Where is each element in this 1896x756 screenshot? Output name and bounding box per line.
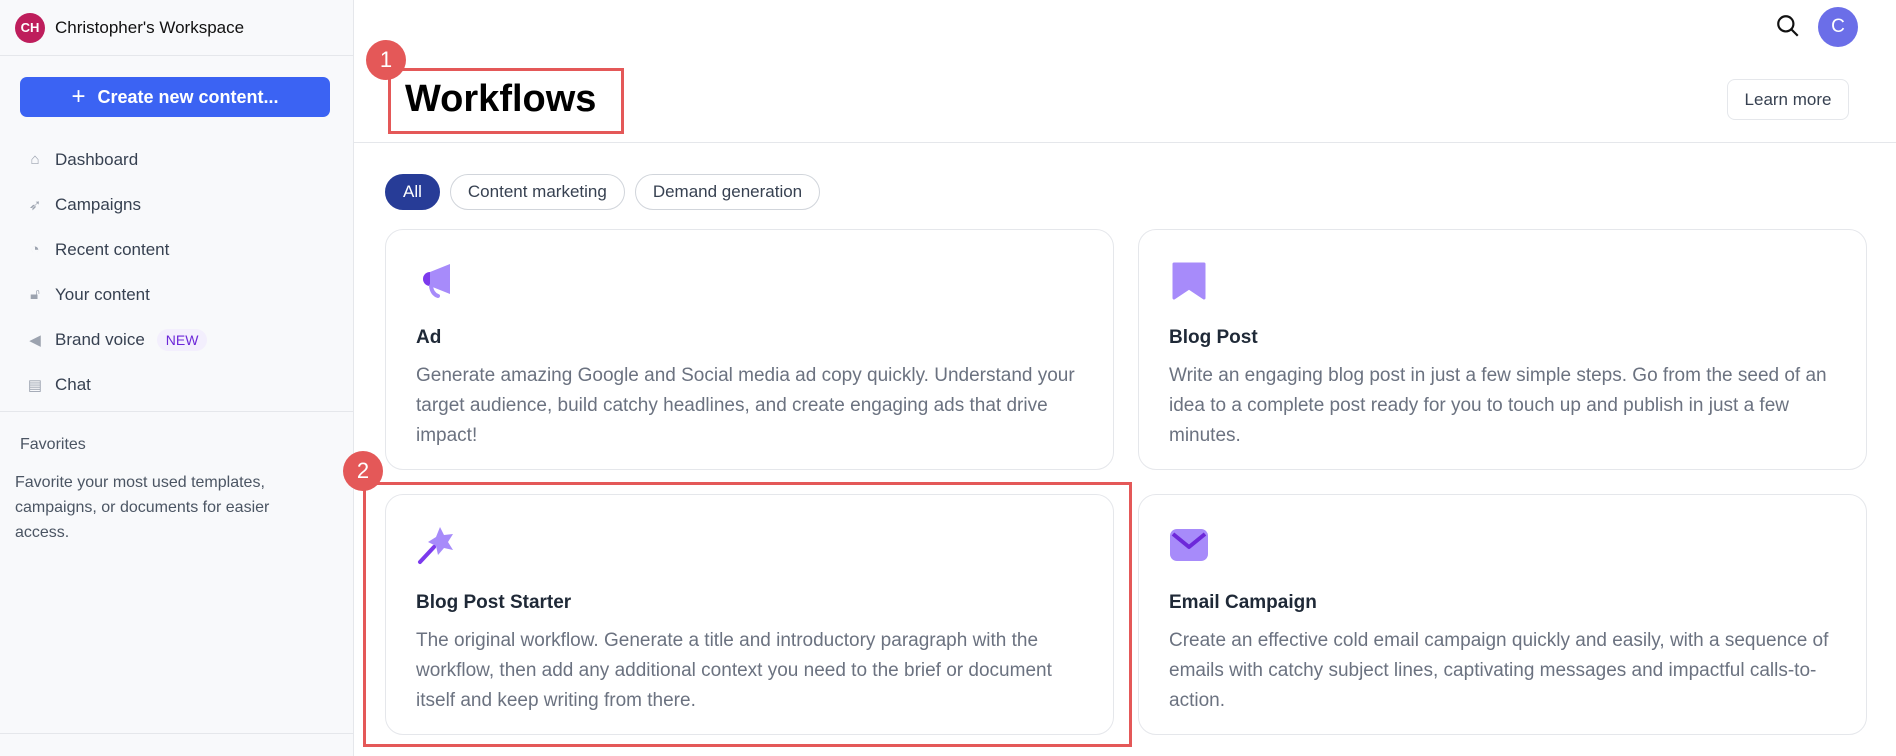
sidebar-item-recent-content[interactable]: ◔ Recent content [0, 227, 354, 272]
sidebar-item-label: Recent content [55, 239, 170, 259]
sidebar-item-your-content[interactable]: 🔓︎ Your content [0, 272, 354, 317]
favorites-empty-text: Favorite your most used templates, campa… [15, 474, 270, 541]
favorites-title: Favorites [20, 436, 86, 453]
sidebar-item-label: Chat [55, 374, 91, 394]
divider [0, 733, 354, 734]
annotation-number-1: 1 [366, 40, 406, 80]
workflow-card-blog-post[interactable]: Blog Post Write an engaging blog post in… [1138, 229, 1867, 470]
workspace-avatar: CH [15, 12, 45, 43]
envelope-icon [1170, 529, 1208, 561]
annotation-number-2: 2 [343, 451, 383, 491]
lock-icon: 🔓︎ [30, 286, 40, 303]
sidebar-item-dashboard[interactable]: ⌂ Dashboard [0, 137, 354, 182]
card-description: Write an engaging blog post in just a fe… [1169, 365, 1827, 446]
card-title: Blog Post [1169, 327, 1258, 348]
card-description: Create an effective cold email campaign … [1169, 630, 1829, 711]
sidebar-item-campaigns[interactable]: ➶ Campaigns [0, 182, 354, 227]
create-label: Create new content... [97, 86, 279, 107]
filter-tabs: All Content marketing Demand generation [385, 174, 821, 210]
sidebar: CH Christopher's Workspace + Create new c… [0, 0, 354, 756]
rocket-icon: ➶ [28, 196, 42, 214]
workspace-switcher[interactable]: CH Christopher's Workspace [0, 0, 353, 56]
user-avatar[interactable]: C [1818, 7, 1858, 47]
sidebar-item-label: Brand voice [55, 329, 145, 349]
sidebar-item-label: Campaigns [55, 194, 141, 214]
megaphone-icon: ◀ [29, 331, 41, 349]
workflow-card-email-campaign[interactable]: Email Campaign Create an effective cold … [1138, 494, 1867, 735]
megaphone-icon [423, 264, 450, 298]
chat-icon: ▤ [27, 376, 43, 394]
learn-more-button[interactable]: Learn more [1727, 79, 1849, 120]
annotation-box-1 [388, 68, 624, 134]
card-description: Generate amazing Google and Social media… [416, 365, 1075, 446]
create-new-content-button[interactable]: + Create new content... [20, 77, 330, 117]
sidebar-item-label: Dashboard [55, 149, 139, 169]
home-icon: ⌂ [30, 151, 40, 168]
sidebar-nav: ⌂ Dashboard ➶ Campaigns ◔ Recent content 🔓︎… [0, 137, 354, 407]
annotation-box-2 [363, 482, 1132, 747]
sidebar-item-brand-voice[interactable]: ◀ Brand voice NEW [0, 317, 354, 362]
workflow-card-ad[interactable]: Ad Generate amazing Google and Social me… [385, 229, 1114, 470]
sidebar-item-chat[interactable]: ▤ Chat [0, 362, 354, 407]
plus-icon: + [71, 83, 86, 110]
card-title: Email Campaign [1169, 592, 1317, 613]
filter-content-marketing[interactable]: Content marketing [449, 174, 625, 210]
filter-demand-generation[interactable]: Demand generation [634, 174, 821, 210]
card-title: Ad [416, 327, 442, 348]
clock-icon: ◔ [30, 241, 40, 258]
header-divider [354, 142, 1896, 143]
sidebar-item-label: Your content [55, 284, 150, 304]
filter-all[interactable]: All [385, 174, 440, 210]
workspace-name: Christopher's Workspace [55, 17, 245, 37]
new-badge: NEW [156, 328, 208, 351]
search-icon[interactable] [1775, 13, 1801, 39]
bookmark-icon [1172, 262, 1206, 300]
divider [0, 411, 354, 412]
